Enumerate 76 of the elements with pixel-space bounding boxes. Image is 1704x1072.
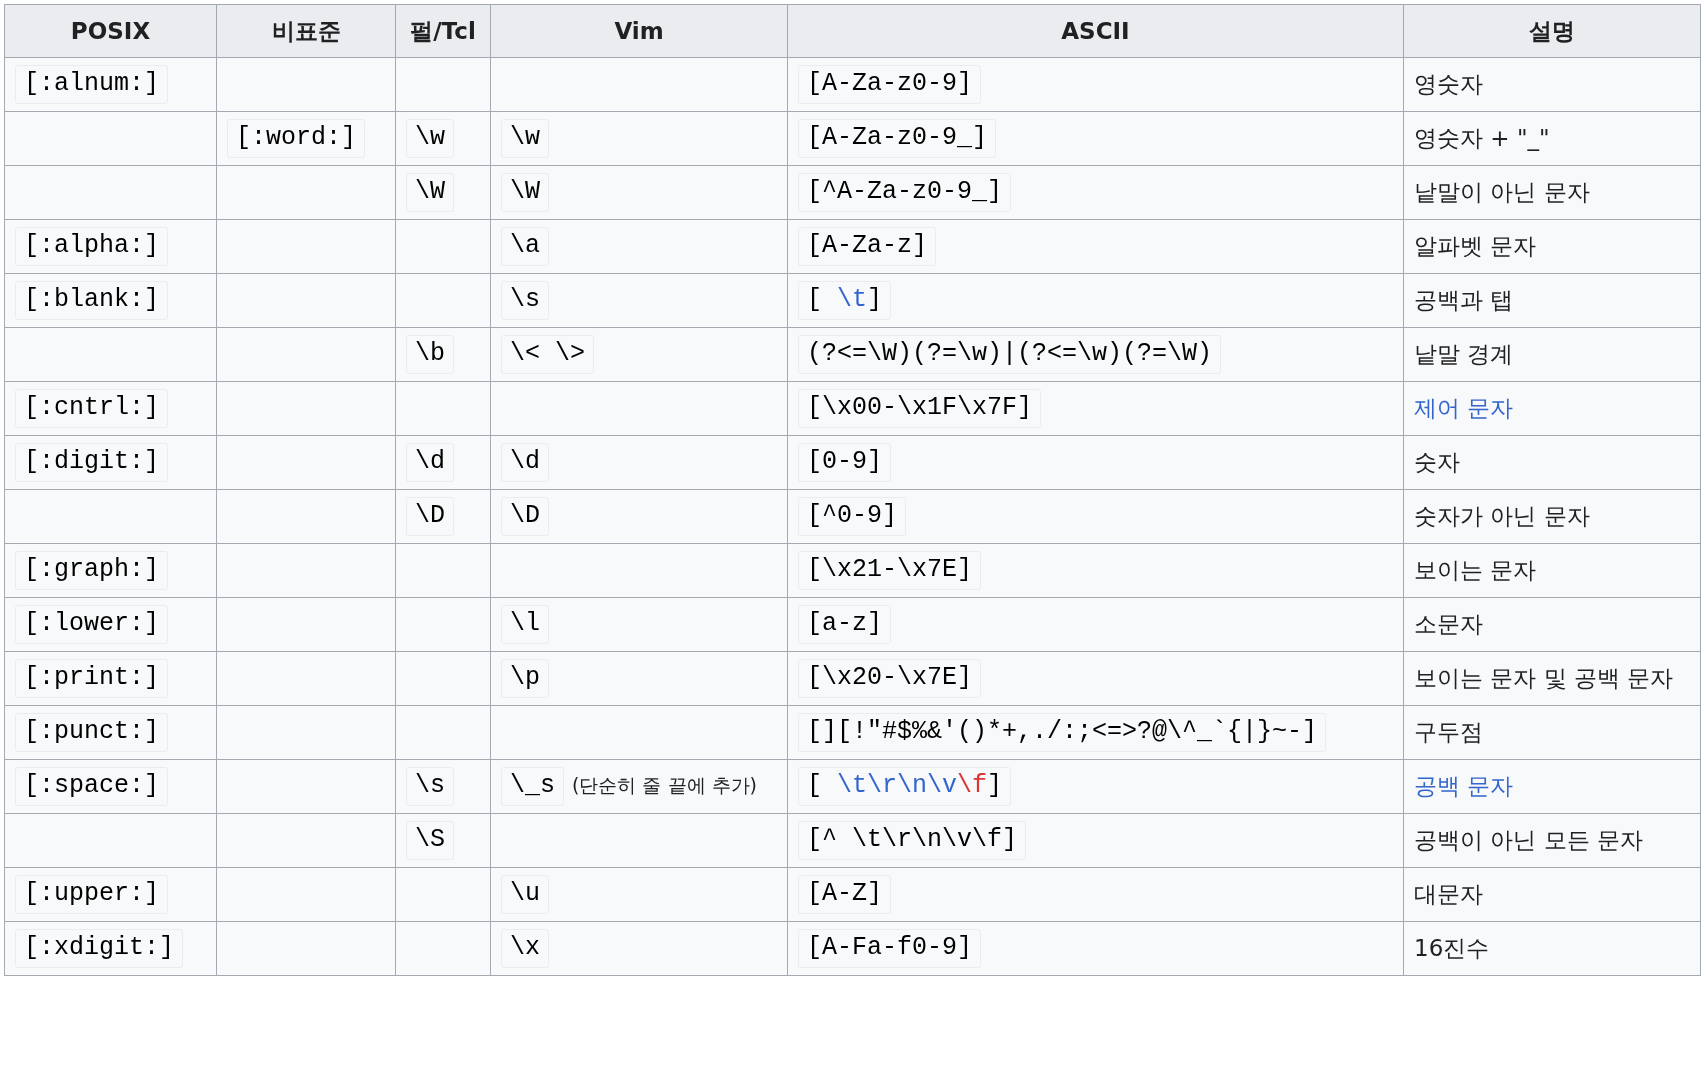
code-snippet: [:word:]	[227, 119, 366, 158]
column-header: 비표준	[216, 4, 396, 58]
description-text: 공백과 탭	[1414, 287, 1514, 313]
description-text: 낱말이 아닌 문자	[1414, 179, 1590, 205]
code-snippet: \W	[406, 173, 454, 212]
description-text: 영숫자 + "_"	[1414, 125, 1550, 151]
description-link[interactable]: 공백 문자	[1414, 773, 1514, 799]
code-snippet: \D	[406, 497, 454, 536]
code-snippet: \d	[501, 443, 549, 482]
code-snippet: [A-Z]	[798, 875, 891, 914]
note-text: (단순히 줄 끝에 추가)	[572, 774, 757, 797]
code-snippet: \s	[406, 767, 454, 806]
description-text: 숫자가 아닌 문자	[1414, 503, 1590, 529]
code-snippet: \u	[501, 875, 549, 914]
description-text: 대문자	[1414, 881, 1483, 907]
code-snippet: [A-Za-z]	[798, 227, 937, 266]
code-snippet: [^A-Za-z0-9_]	[798, 173, 1012, 212]
column-header: ASCII	[787, 4, 1404, 58]
code-snippet: \D	[501, 497, 549, 536]
description-text: 낱말 경계	[1414, 341, 1514, 367]
code-snippet: [\x20-\x7E]	[798, 659, 982, 698]
code-snippet: [:alnum:]	[15, 65, 169, 104]
code-snippet: (?<=\W)(?=\w)|(?<=\w)(?=\W)	[798, 335, 1222, 374]
code-snippet: [0-9]	[798, 443, 891, 482]
code-snippet: \a	[501, 227, 549, 266]
code-snippet: \d	[406, 443, 454, 482]
description-text: 소문자	[1414, 611, 1483, 637]
code-snippet: [^ \t\r\n\v\f]	[798, 821, 1027, 860]
column-header: Vim	[490, 4, 788, 58]
code-snippet: [\x21-\x7E]	[798, 551, 982, 590]
code-snippet: \s	[501, 281, 549, 320]
code-snippet: [][!"#$%&'()*+,./:;<=>?@\^_`{|}~-]	[798, 713, 1327, 752]
code-link[interactable]: \t	[837, 285, 868, 315]
description-text: 16진수	[1414, 935, 1490, 961]
code-snippet: [\x00-\x1F\x7F]	[798, 389, 1042, 428]
description-text: 공백이 아닌 모든 문자	[1414, 827, 1643, 853]
description-text: 알파벳 문자	[1414, 233, 1537, 259]
code-snippet: [:cntrl:]	[15, 389, 169, 428]
code-snippet: \S	[406, 821, 454, 860]
code-snippet: \w	[406, 119, 454, 158]
description-text: 보이는 문자 및 공백 문자	[1414, 665, 1674, 691]
column-header: 펄/Tcl	[395, 4, 491, 58]
code-snippet: [:punct:]	[15, 713, 169, 752]
code-snippet: \x	[501, 929, 549, 968]
code-snippet: [:blank:]	[15, 281, 169, 320]
code-snippet: [:lower:]	[15, 605, 169, 644]
code-snippet: [:alpha:]	[15, 227, 169, 266]
description-text: 숫자	[1414, 449, 1460, 475]
code-snippet: [ \t]	[798, 281, 892, 320]
code-snippet: \_s	[501, 767, 564, 806]
description-text: 구두점	[1414, 719, 1483, 745]
code-snippet: [:graph:]	[15, 551, 169, 590]
code-snippet: [A-Fa-f0-9]	[798, 929, 982, 968]
code-link[interactable]: \f	[957, 771, 988, 801]
code-snippet: [:digit:]	[15, 443, 169, 482]
code-snippet: \l	[501, 605, 549, 644]
code-snippet: [A-Za-z0-9]	[798, 65, 982, 104]
code-snippet: \p	[501, 659, 549, 698]
description-link[interactable]: 제어 문자	[1414, 395, 1514, 421]
code-snippet: \b	[406, 335, 454, 374]
column-header: 설명	[1403, 4, 1701, 58]
code-snippet: \W	[501, 173, 549, 212]
code-snippet: [A-Za-z0-9_]	[798, 119, 997, 158]
code-snippet: [a-z]	[798, 605, 891, 644]
code-snippet: \< \>	[501, 335, 594, 374]
description-text: 영숫자	[1414, 71, 1483, 97]
code-snippet: \w	[501, 119, 549, 158]
code-link[interactable]: \t\r\n\v	[837, 771, 958, 801]
code-snippet: [ \t\r\n\v\f]	[798, 767, 1012, 806]
column-header: POSIX	[4, 4, 217, 58]
description-text: 보이는 문자	[1414, 557, 1537, 583]
code-snippet: [^0-9]	[798, 497, 906, 536]
code-snippet: [:xdigit:]	[15, 929, 184, 968]
code-snippet: [:print:]	[15, 659, 169, 698]
code-snippet: [:upper:]	[15, 875, 169, 914]
code-snippet: [:space:]	[15, 767, 169, 806]
